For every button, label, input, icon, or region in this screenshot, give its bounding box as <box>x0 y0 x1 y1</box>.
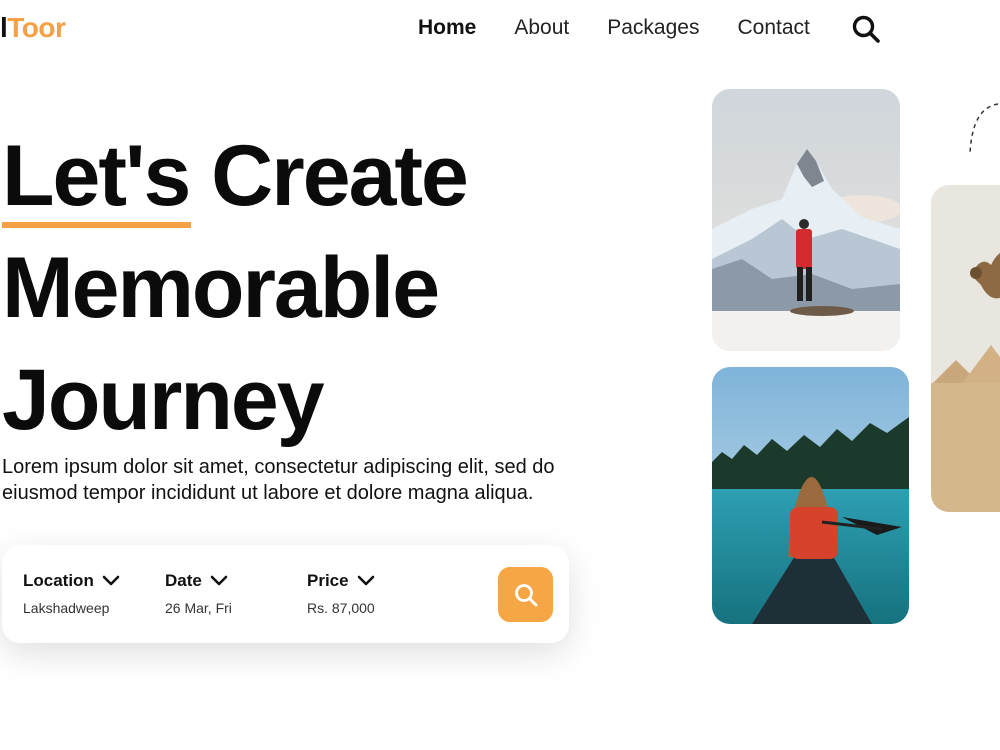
main-nav: Home About Packages Contact <box>418 16 848 40</box>
hero-title-line-1: Let's Create <box>2 120 469 232</box>
search-icon[interactable] <box>851 14 881 44</box>
search-button[interactable] <box>498 567 553 622</box>
hero-title-line-1-rest: Create <box>189 128 469 224</box>
nav-home[interactable]: Home <box>418 16 476 40</box>
hero-title: Let's Create Memorable Journey <box>2 120 469 456</box>
location-dropdown[interactable]: Location Lakshadweep <box>23 571 120 616</box>
location-label: Location <box>23 571 94 590</box>
price-value: Rs. 87,000 <box>307 600 375 616</box>
hero-title-line-2: Memorable <box>2 240 440 336</box>
desert-camel-image <box>931 185 1000 512</box>
hero-title-line-3: Journey <box>2 352 325 448</box>
decorative-dashed-path <box>969 103 999 155</box>
price-dropdown[interactable]: Price Rs. 87,000 <box>307 571 375 616</box>
search-icon <box>514 583 537 606</box>
chevron-down-icon <box>102 575 120 586</box>
nav-about[interactable]: About <box>514 16 569 40</box>
logo-text-accent: Toor <box>7 12 66 43</box>
chevron-down-icon <box>357 575 374 586</box>
lake-canoe-image <box>712 367 909 624</box>
hero-title-highlight: Let's <box>2 120 192 232</box>
chevron-down-icon <box>210 575 228 586</box>
date-dropdown[interactable]: Date 26 Mar, Fri <box>165 571 232 616</box>
nav-contact[interactable]: Contact <box>737 16 809 40</box>
price-label: Price <box>307 571 349 590</box>
mountain-hiker-image <box>712 89 900 351</box>
logo[interactable]: lToor <box>0 12 66 44</box>
date-value: 26 Mar, Fri <box>165 600 232 616</box>
date-label: Date <box>165 571 202 590</box>
hero-description: Lorem ipsum dolor sit amet, consectetur … <box>2 456 555 504</box>
location-value: Lakshadweep <box>23 600 110 616</box>
nav-packages[interactable]: Packages <box>607 16 699 40</box>
trip-search-card: Location Lakshadweep Date 26 Mar, Fri Pr… <box>2 545 569 643</box>
